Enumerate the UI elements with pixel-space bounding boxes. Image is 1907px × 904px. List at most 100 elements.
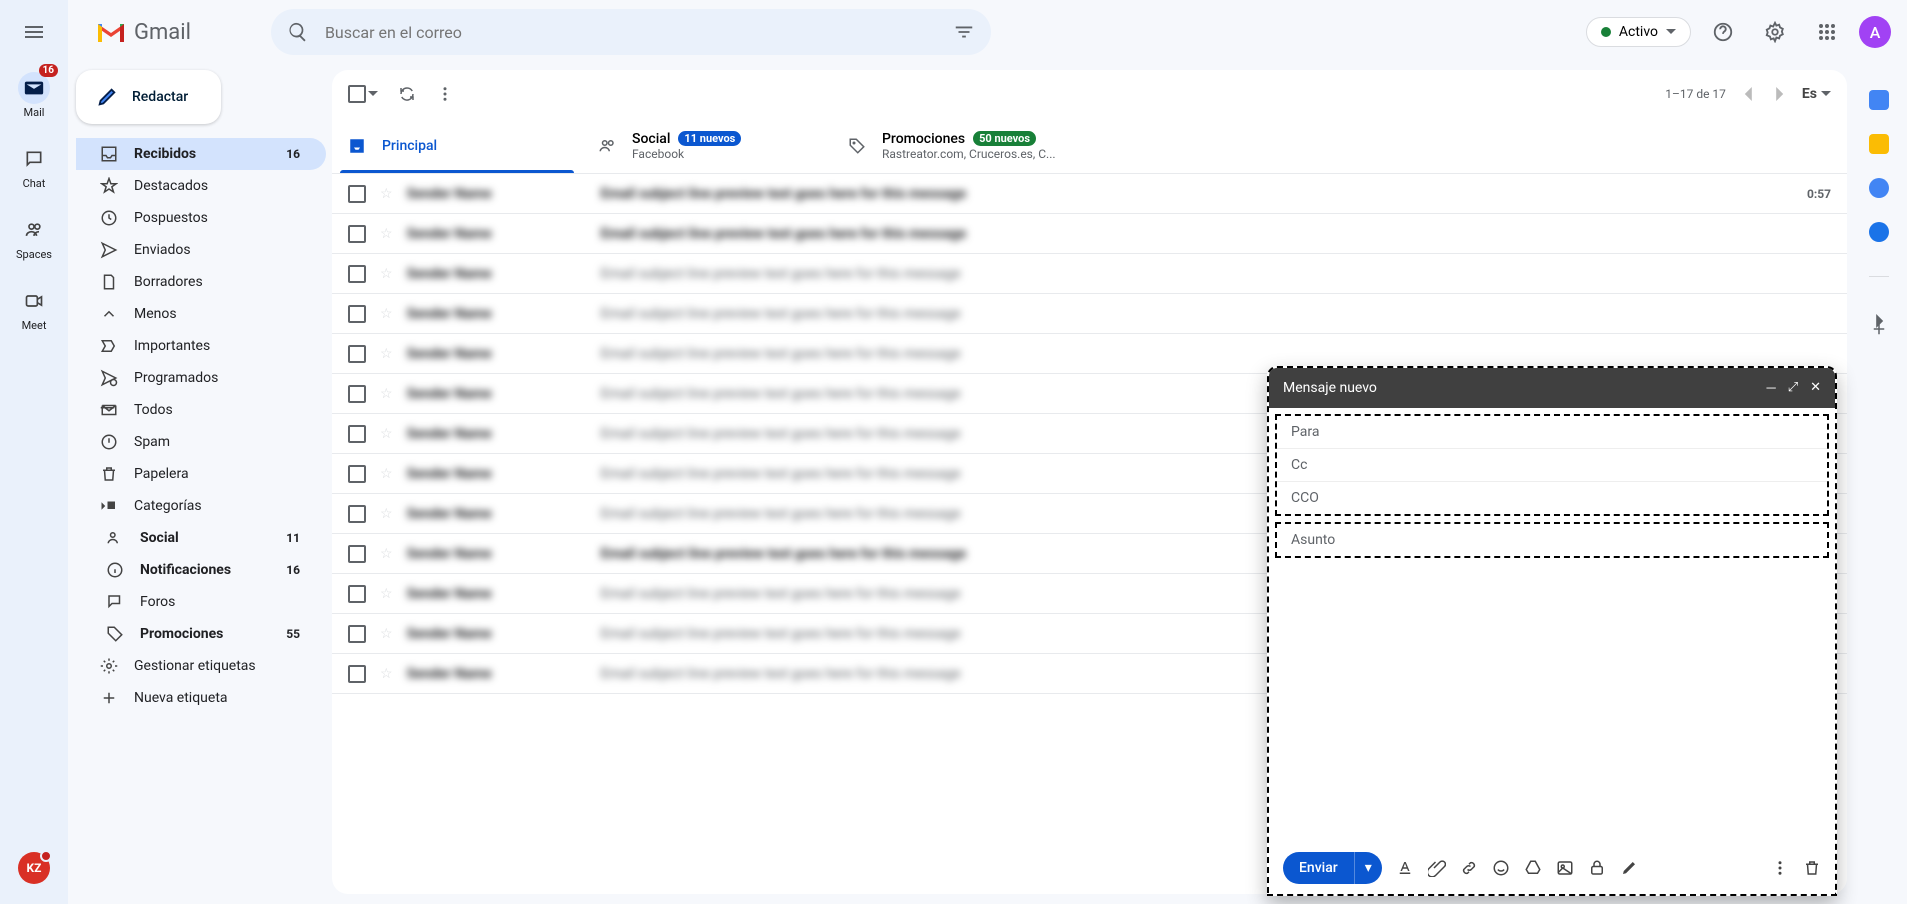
star-button[interactable]: ☆ — [380, 306, 393, 322]
discard-button[interactable] — [1803, 859, 1821, 877]
next-page-button[interactable] — [1772, 87, 1786, 101]
sidebar-item-nueva-etiqueta[interactable]: Nueva etiqueta — [76, 682, 326, 714]
sidebar-item-promociones[interactable]: Promociones55 — [76, 618, 326, 650]
rail-spaces[interactable]: Spaces — [4, 208, 64, 267]
search-bar[interactable] — [271, 9, 991, 55]
search-options-icon[interactable] — [953, 21, 975, 43]
rail-meet[interactable]: Meet — [4, 279, 64, 338]
drive-button[interactable] — [1524, 859, 1542, 877]
row-checkbox[interactable] — [348, 465, 366, 483]
account-avatar[interactable]: A — [1859, 16, 1891, 48]
contacts-addon[interactable] — [1869, 222, 1889, 242]
star-button[interactable]: ☆ — [380, 666, 393, 682]
row-checkbox[interactable] — [348, 585, 366, 603]
sidebar-item-importantes[interactable]: Importantes — [76, 330, 326, 362]
row-checkbox[interactable] — [348, 505, 366, 523]
row-checkbox[interactable] — [348, 225, 366, 243]
star-button[interactable]: ☆ — [380, 506, 393, 522]
row-checkbox[interactable] — [348, 545, 366, 563]
sidebar-item-social[interactable]: Social11 — [76, 522, 326, 554]
star-button[interactable]: ☆ — [380, 186, 393, 202]
star-button[interactable]: ☆ — [380, 466, 393, 482]
row-checkbox[interactable] — [348, 185, 366, 203]
mail-row[interactable]: ☆Sender NameEmail subject line preview t… — [332, 294, 1847, 334]
sidebar-item-borradores[interactable]: Borradores — [76, 266, 326, 298]
account-switcher[interactable]: KZ — [18, 852, 50, 884]
photo-button[interactable] — [1556, 859, 1574, 877]
star-button[interactable]: ☆ — [380, 386, 393, 402]
close-button[interactable]: ✕ — [1810, 380, 1821, 396]
mail-row[interactable]: ☆Sender NameEmail subject line preview t… — [332, 254, 1847, 294]
tab-primary[interactable]: Principal — [332, 118, 582, 173]
row-checkbox[interactable] — [348, 345, 366, 363]
emoji-button[interactable] — [1492, 859, 1510, 877]
tasks-addon[interactable] — [1869, 178, 1889, 198]
star-button[interactable]: ☆ — [380, 586, 393, 602]
row-checkbox[interactable] — [348, 625, 366, 643]
row-checkbox[interactable] — [348, 305, 366, 323]
sidebar-item-pospuestos[interactable]: Pospuestos — [76, 202, 326, 234]
format-button[interactable] — [1396, 859, 1414, 877]
calendar-addon[interactable] — [1869, 90, 1889, 110]
sidebar-item-enviados[interactable]: Enviados — [76, 234, 326, 266]
input-language-button[interactable]: Es — [1802, 86, 1831, 102]
sidebar-item-papelera[interactable]: Papelera — [76, 458, 326, 490]
select-all[interactable] — [348, 85, 378, 103]
to-field[interactable]: Para — [1277, 416, 1827, 449]
attach-button[interactable] — [1428, 859, 1446, 877]
star-button[interactable]: ☆ — [380, 426, 393, 442]
row-checkbox[interactable] — [348, 665, 366, 683]
compose-body[interactable] — [1269, 558, 1835, 842]
tab-social[interactable]: Social11 nuevos Facebook — [582, 118, 832, 173]
status-selector[interactable]: Activo — [1586, 17, 1691, 47]
sidebar-item-gestionar-etiquetas[interactable]: Gestionar etiquetas — [76, 650, 326, 682]
main-menu-button[interactable] — [22, 20, 46, 44]
star-button[interactable]: ☆ — [380, 226, 393, 242]
apps-button[interactable] — [1807, 12, 1847, 52]
compose-button[interactable]: Redactar — [76, 70, 221, 124]
subject-field[interactable]: Asunto — [1275, 522, 1829, 558]
keep-addon[interactable] — [1869, 134, 1889, 154]
mail-row[interactable]: ☆Sender NameEmail subject line preview t… — [332, 174, 1847, 214]
hide-panel-button[interactable] — [1872, 314, 1886, 328]
fullscreen-button[interactable]: ⤢ — [1788, 380, 1798, 396]
compose-header[interactable]: Mensaje nuevo ─ ⤢ ✕ — [1269, 368, 1835, 408]
star-button[interactable]: ☆ — [380, 266, 393, 282]
sidebar-item-recibidos[interactable]: Recibidos16 — [76, 138, 326, 170]
sidebar-item-programados[interactable]: Programados — [76, 362, 326, 394]
sidebar-item-label: Spam — [134, 434, 170, 450]
refresh-button[interactable] — [398, 85, 416, 103]
sidebar-item-spam[interactable]: Spam — [76, 426, 326, 458]
rail-chat[interactable]: Chat — [4, 137, 64, 196]
star-button[interactable]: ☆ — [380, 546, 393, 562]
sidebar-item-notificaciones[interactable]: Notificaciones16 — [76, 554, 326, 586]
send-button[interactable]: Enviar — [1283, 852, 1354, 884]
sidebar-item-todos[interactable]: Todos — [76, 394, 326, 426]
confidential-button[interactable] — [1588, 859, 1606, 877]
settings-button[interactable] — [1755, 12, 1795, 52]
signature-button[interactable] — [1620, 859, 1638, 877]
more-options-button[interactable] — [1771, 859, 1789, 877]
star-button[interactable]: ☆ — [380, 626, 393, 642]
rail-mail[interactable]: 16 Mail — [4, 66, 64, 125]
sidebar-item-foros[interactable]: Foros — [76, 586, 326, 618]
minimize-button[interactable]: ─ — [1766, 380, 1775, 396]
cc-field[interactable]: Cc — [1277, 449, 1827, 482]
send-options-button[interactable]: ▾ — [1354, 852, 1382, 884]
bcc-field[interactable]: CCO — [1277, 482, 1827, 514]
star-button[interactable]: ☆ — [380, 346, 393, 362]
prev-page-button[interactable] — [1742, 87, 1756, 101]
row-checkbox[interactable] — [348, 385, 366, 403]
row-checkbox[interactable] — [348, 425, 366, 443]
link-button[interactable] — [1460, 859, 1478, 877]
more-button[interactable] — [436, 85, 454, 103]
mail-row[interactable]: ☆Sender NameEmail subject line preview t… — [332, 214, 1847, 254]
search-input[interactable] — [325, 23, 937, 42]
tab-promotions[interactable]: Promociones50 nuevos Rastreator.com, Cru… — [832, 118, 1082, 173]
sidebar-item-categorías[interactable]: Categorías — [76, 490, 326, 522]
row-checkbox[interactable] — [348, 265, 366, 283]
support-button[interactable] — [1703, 12, 1743, 52]
gmail-logo[interactable]: Gmail — [84, 20, 191, 45]
sidebar-item-destacados[interactable]: Destacados — [76, 170, 326, 202]
sidebar-item-menos[interactable]: Menos — [76, 298, 326, 330]
